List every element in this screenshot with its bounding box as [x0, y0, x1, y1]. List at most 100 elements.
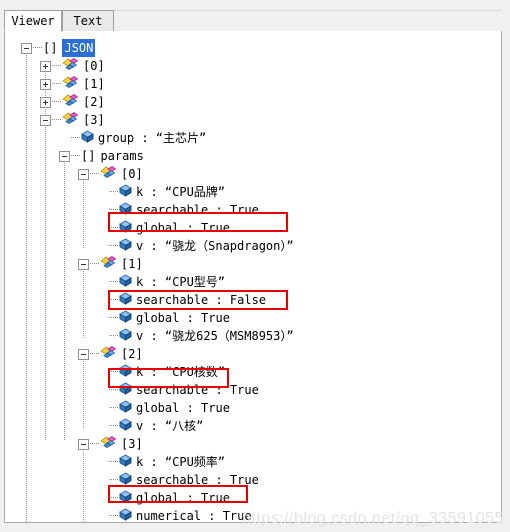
- json-tree-content: [] JSON [0] [1] [2] [3] group : “主芯片”[] params[…: [5, 31, 501, 522]
- tree-row[interactable]: [1]: [40, 75, 501, 93]
- expand-toggle[interactable]: [40, 78, 51, 90]
- tree-row-label: global : True: [136, 221, 230, 235]
- watermark-text: https://blog.csdn.net/qq_33591055: [241, 510, 504, 527]
- tree-row[interactable]: k : “CPU品牌”: [97, 183, 501, 201]
- tree-row-label: params: [100, 149, 144, 163]
- tree-connector: [109, 461, 118, 463]
- tree-connector: [109, 191, 118, 193]
- tab-strip: Viewer Text: [4, 10, 502, 32]
- tree-row[interactable]: searchable : True: [97, 381, 501, 399]
- tree-connector: [33, 47, 42, 49]
- tree-row-label: global : True: [136, 491, 230, 505]
- tree-guide-line: [83, 266, 84, 338]
- tree-connector: [52, 101, 61, 103]
- tree-row[interactable]: [3]: [78, 435, 501, 453]
- tree-row[interactable]: [2]: [40, 93, 501, 111]
- tree-row[interactable]: searchable : True: [97, 471, 501, 489]
- json-tree-panel[interactable]: [] JSON [0] [1] [2] [3] group : “主芯片”[] params[…: [4, 31, 502, 523]
- toggle-spacer: [97, 403, 108, 414]
- toggle-spacer: [97, 223, 108, 234]
- toggle-spacer: [97, 187, 108, 198]
- tree-row[interactable]: [0]: [40, 57, 501, 75]
- tab-viewer[interactable]: Viewer: [4, 10, 62, 32]
- object-node-icon: [62, 75, 79, 93]
- tree-row-label: v : “骁龙625（MSM8953）”: [136, 329, 294, 343]
- expand-toggle[interactable]: [40, 96, 51, 108]
- tree-connector: [90, 263, 99, 265]
- tree-row[interactable]: searchable : True: [97, 201, 501, 219]
- toggle-spacer: [97, 367, 108, 378]
- tree-row[interactable]: group : “主芯片”: [59, 129, 501, 147]
- tree-row-label: k : “CPU型号”: [136, 275, 226, 289]
- value-node-icon: [119, 202, 132, 218]
- toggle-spacer: [97, 277, 108, 288]
- toggle-spacer: [97, 457, 108, 468]
- tree-row[interactable]: [1]: [78, 255, 501, 273]
- tree-connector: [109, 227, 118, 229]
- value-node-icon: [119, 220, 132, 236]
- toggle-spacer: [97, 331, 108, 342]
- collapse-toggle[interactable]: [21, 42, 32, 54]
- collapse-toggle[interactable]: [59, 150, 70, 162]
- tree-row-label: k : “CPU品牌”: [136, 185, 226, 199]
- tree-row-label: [2]: [121, 347, 143, 361]
- tree-row-label: v : “八核”: [136, 419, 204, 433]
- collapse-toggle[interactable]: [40, 114, 51, 126]
- tree-row[interactable]: [] JSON: [21, 39, 501, 57]
- value-node-icon: [119, 292, 132, 308]
- tree-connector: [52, 65, 61, 67]
- value-node-icon: [119, 310, 132, 326]
- tree-row[interactable]: k : “CPU核数”: [97, 363, 501, 381]
- tree-row[interactable]: k : “CPU频率”: [97, 453, 501, 471]
- object-node-icon: [62, 93, 79, 111]
- tree-guide-line: [83, 356, 84, 428]
- value-node-icon: [81, 130, 94, 146]
- tree-row[interactable]: global : True: [97, 399, 501, 417]
- collapse-toggle[interactable]: [78, 348, 89, 360]
- object-node-icon: [100, 435, 117, 453]
- tree-row[interactable]: v : “骁龙625（MSM8953）”: [97, 327, 501, 345]
- tree-row-label: searchable : True: [136, 383, 259, 397]
- tree-row-label: [3]: [83, 113, 105, 127]
- collapse-toggle[interactable]: [78, 168, 89, 180]
- tree-row-label: [0]: [83, 59, 105, 73]
- tree-row[interactable]: [2]: [78, 345, 501, 363]
- tree-row-label: [1]: [83, 77, 105, 91]
- tree-guide-line: [26, 50, 27, 522]
- toggle-spacer: [59, 133, 70, 144]
- tree-connector: [109, 317, 118, 319]
- tree-row[interactable]: v : “骁龙（Snapdragon）”: [97, 237, 501, 255]
- tree-connector: [52, 119, 61, 121]
- toggle-spacer: [97, 421, 108, 432]
- collapse-toggle[interactable]: [78, 438, 89, 450]
- tree-row-label: searchable : True: [136, 203, 259, 217]
- value-node-icon: [119, 454, 132, 470]
- tree-connector: [71, 137, 80, 139]
- array-brackets-icon: []: [81, 149, 96, 163]
- tab-text[interactable]: Text: [62, 10, 114, 32]
- tree-row[interactable]: [0]: [78, 165, 501, 183]
- tree-row-label: k : “CPU核数”: [136, 365, 226, 379]
- collapse-toggle[interactable]: [78, 258, 89, 270]
- tree-row[interactable]: global : True: [97, 219, 501, 237]
- value-node-icon: [119, 490, 132, 506]
- tree-connector: [109, 389, 118, 391]
- object-node-icon: [100, 345, 117, 363]
- tree-row-label: searchable : False: [136, 293, 267, 307]
- tree-row[interactable]: global : True: [97, 489, 501, 507]
- value-node-icon: [119, 238, 132, 254]
- tree-connector: [90, 443, 99, 445]
- tree-connector: [109, 245, 118, 247]
- expand-toggle[interactable]: [40, 60, 51, 72]
- tree-row-label: JSON: [62, 39, 96, 57]
- tree-row[interactable]: [3]: [40, 111, 501, 129]
- value-node-icon: [119, 328, 132, 344]
- tree-row[interactable]: [] params: [59, 147, 501, 165]
- tree-connector: [109, 425, 118, 427]
- tree-row-label: k : “CPU频率”: [136, 455, 226, 469]
- tab-strip-filler: [114, 10, 502, 33]
- tree-row[interactable]: v : “八核”: [97, 417, 501, 435]
- tree-row[interactable]: searchable : False: [97, 291, 501, 309]
- tree-row[interactable]: global : True: [97, 309, 501, 327]
- tree-row[interactable]: k : “CPU型号”: [97, 273, 501, 291]
